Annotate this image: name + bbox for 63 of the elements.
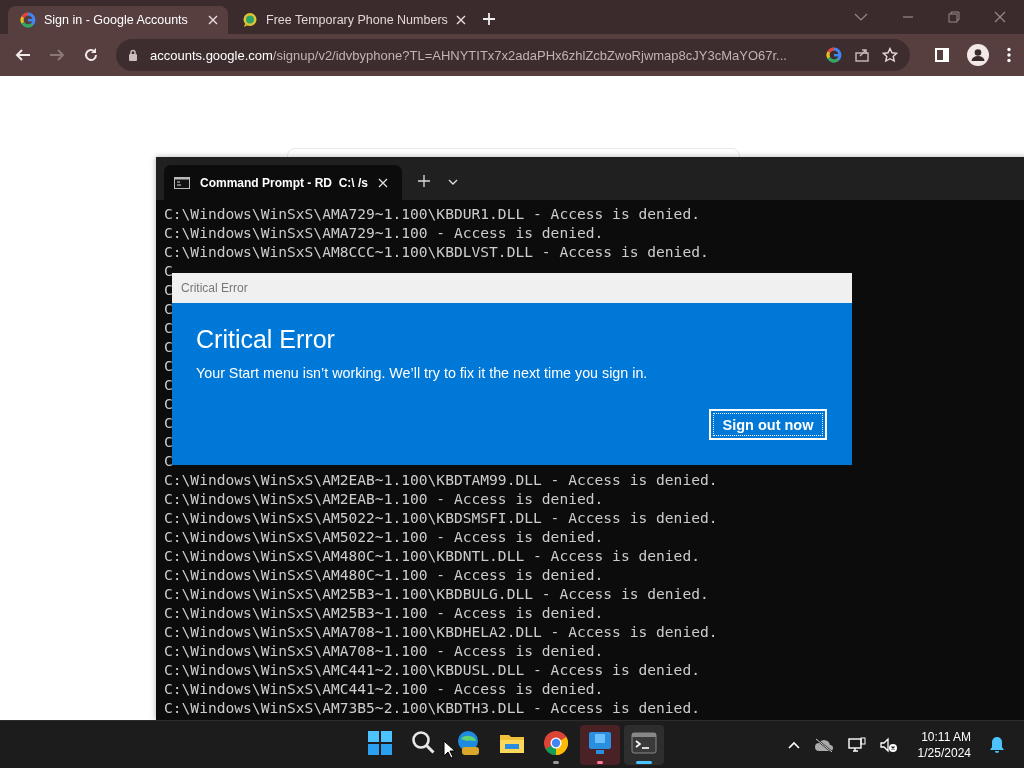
console-line: C:\Windows\WinSxS\AMA708~1.100\KBDHELA2.DLL - Access is denied. (164, 622, 718, 641)
new-tab-icon[interactable] (482, 12, 496, 26)
chevron-up-icon[interactable] (787, 740, 800, 749)
google-icon[interactable] (826, 47, 842, 63)
console-line: C (164, 451, 173, 470)
cursor-icon (443, 740, 455, 759)
console-line: C:\Windows\WinSxS\AMA708~1.100 - Access is denied. (164, 641, 604, 660)
console-line: C:\Windows\WinSxS\AMC441~2.100 - Access is denied. (164, 679, 604, 698)
dialog-message: Your Start menu isn’t working. We’ll try to fix it the next time you sign in. (196, 365, 649, 381)
browser-tab[interactable]: Sign in - Google Accounts (8, 6, 228, 34)
browser-tab[interactable]: Free Temporary Phone Numbers (230, 6, 468, 34)
console-line: C:\Windows\WinSxS\AM480C~1.100 - Access is denied. (164, 565, 604, 584)
console-line: C:\Windows\WinSxS\AM5022~1.100 - Access is denied. (164, 527, 604, 546)
clock-date[interactable]: 1/25/2024 (917, 744, 971, 761)
taskbar-app[interactable] (580, 724, 620, 765)
menu-icon[interactable] (1004, 47, 1014, 63)
console-line: C:\Windows\WinSxS\AMA729~1.100 - Access is denied. (164, 223, 604, 242)
tab-title: Sign in - Google Accounts (44, 13, 189, 27)
console-line: C (164, 394, 173, 413)
dialog-title: Critical Error (172, 273, 852, 303)
console-line: C:\Windows\WinSxS\AM480C~1.100\KBDNTL.DLL - Access is denied. (164, 546, 700, 565)
console-line: C:\Windows\WinSxS\AM5022~1.100\KBDSMSFI.DLL - Access is denied. (164, 508, 718, 527)
google-icon (20, 12, 36, 28)
console-line: C:\Windows\WinSxS\AM2EAB~1.100 - Access is denied. (164, 489, 604, 508)
console-line: C:\Windows\WinSxS\AM73B5~2.100\KBDTH3.DLL - Access is denied. (164, 698, 700, 717)
restore-icon[interactable] (948, 11, 960, 23)
console-line: C (164, 413, 173, 432)
profile-icon[interactable] (964, 44, 992, 66)
console-line: C:\Windows\WinSxS\AMA729~1.100\KBDUR1.DLL - Access is denied. (164, 204, 700, 223)
chevron-down-icon[interactable] (448, 179, 458, 185)
console-line: C:\Windows\WinSxS\AMC441~2.100\KBDUSL.DLL - Access is denied. (164, 660, 700, 679)
network-icon[interactable] (847, 736, 866, 753)
taskbar-app[interactable] (624, 724, 664, 765)
volume-muted-icon[interactable] (879, 736, 898, 753)
console-line: C (164, 261, 173, 280)
terminal-tab[interactable]: Command Prompt - RD C:\ /s (164, 165, 402, 200)
chat-bubble-icon (242, 12, 258, 28)
tab-title: Command Prompt - RD C:\ /s (200, 175, 368, 190)
sign-out-button[interactable]: Sign out now (709, 409, 827, 440)
console-line: C (164, 318, 173, 337)
clock-time[interactable]: 10:11 AM (921, 728, 971, 745)
star-icon[interactable] (882, 47, 898, 63)
console-line: C (164, 356, 173, 375)
console-line: C:\Windows\WinSxS\AM25B3~1.100 - Access is denied. (164, 603, 604, 622)
share-icon[interactable] (854, 47, 870, 63)
lock-icon (128, 48, 138, 62)
console-line: C:\Windows\WinSxS\AM2EAB~1.100\KBDTAM99.DLL - Access is denied. (164, 470, 718, 489)
console-line: C (164, 280, 173, 299)
console-line: C (164, 375, 173, 394)
dialog-heading: Critical Error (196, 324, 336, 355)
bell-icon[interactable] (989, 735, 1005, 754)
console-line: C:\Windows\WinSxS\AM25B3~1.100\KBDBULG.DLL - Access is denied. (164, 584, 709, 603)
console-line: C (164, 337, 173, 356)
cloud-off-icon[interactable] (813, 737, 834, 752)
console-line: C (164, 299, 173, 318)
console-icon (174, 176, 190, 189)
side-panel-icon[interactable] (932, 48, 952, 62)
address-bar[interactable]: accounts.google.com/signup/v2/idvbyphone?TL=AHNYTITx7x2adaPHx6zhlZcbZwoRjwmap8cJY3cMaYO67r... (116, 39, 910, 71)
new-tab-icon[interactable] (418, 175, 430, 187)
console-line: C (164, 432, 173, 451)
console-line: C:\Windows\WinSxS\AM8CCC~1.100\KBDLVST.DLL - Access is denied. (164, 242, 709, 261)
url-text: accounts.google.com/signup/v2/idvbyphone?TL=AHNYTITx7x2adaPHx6zhlZcbZwoRjwmap8cJY3cMaYO67r... (150, 47, 788, 63)
tab-title: Free Temporary Phone Numbers (266, 13, 448, 27)
